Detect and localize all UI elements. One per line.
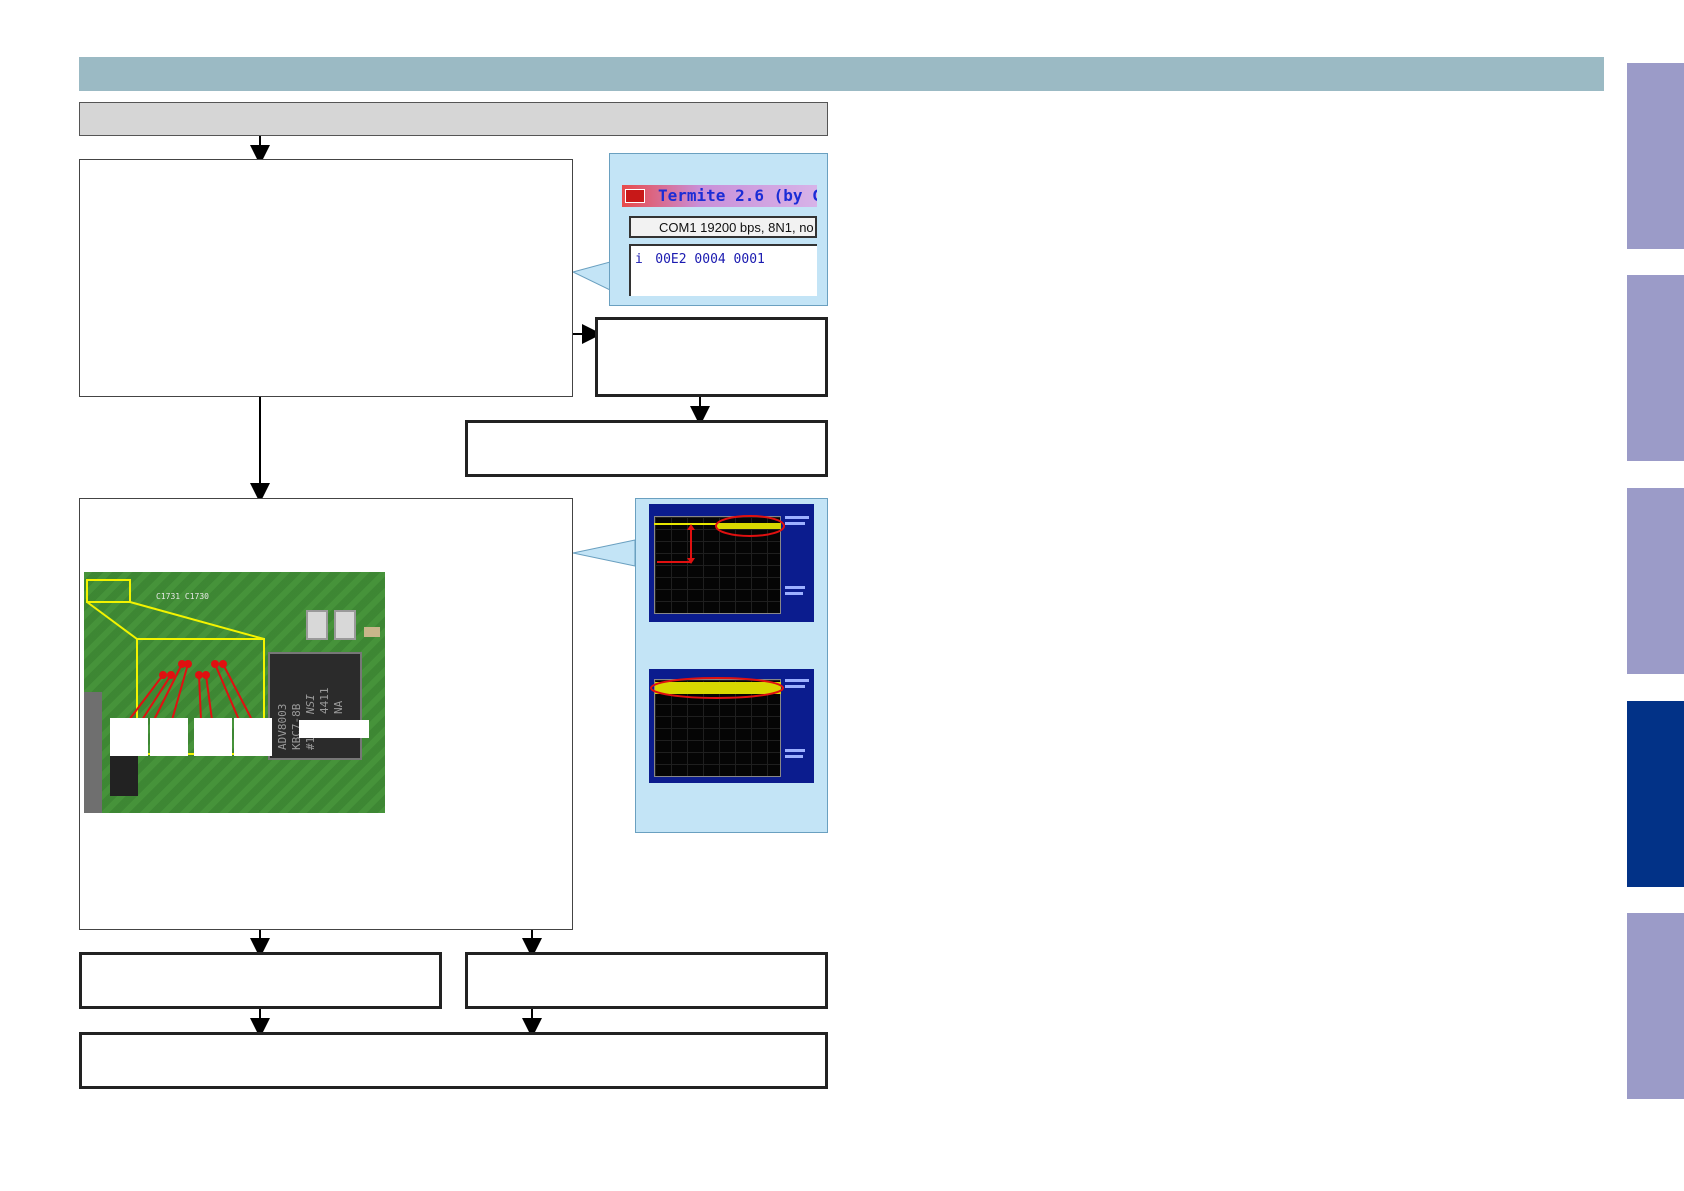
step2-result-right-box: [465, 952, 828, 1009]
side-tab-2[interactable]: [1627, 275, 1684, 461]
callout-pointer-2: [572, 539, 636, 567]
step2-result-left-box: [79, 952, 442, 1009]
step1-ng-box: [595, 317, 828, 397]
pcb-photo: ADV8003 KBC7-8B #1 NSI 4411 NA C1731 C17…: [84, 572, 385, 813]
label-box-3: [194, 718, 232, 756]
zoom-source-rect: [86, 579, 131, 603]
scope-2-trace: [650, 677, 809, 758]
termite-titlebar: Termite 2.6 (by Compu: [622, 185, 817, 207]
label-box-2: [150, 718, 188, 756]
side-tab-5[interactable]: [1627, 913, 1684, 1099]
callout-pointer-1: [571, 261, 611, 291]
termite-line-prefix: i: [635, 252, 643, 267]
pcb-zoom-overlay: [86, 579, 369, 756]
termite-line-values: 00E2 0004 0001: [655, 252, 765, 267]
side-tab-1[interactable]: [1627, 63, 1684, 249]
step2-box: ADV8003 KBC7-8B #1 NSI 4411 NA C1731 C17…: [79, 498, 573, 930]
final-result-box: [79, 1032, 828, 1089]
label-box-1: [110, 718, 148, 756]
scope-screen-2: [649, 669, 814, 783]
termite-callout: Termite 2.6 (by Compu COM1 19200 bps, 8N…: [609, 153, 828, 306]
termite-title-text: Termite 2.6 (by Compu: [658, 186, 817, 205]
side-tab-4[interactable]: [1627, 701, 1684, 887]
side-tab-3[interactable]: [1627, 488, 1684, 674]
step1-box: [79, 159, 573, 397]
label-box-5: [299, 720, 369, 738]
scope-screen-1: [649, 504, 814, 622]
label-box-4: [234, 718, 272, 756]
termite-output: i 00E2 0004 0001: [629, 244, 817, 296]
termite-status-bar: COM1 19200 bps, 8N1, no h: [629, 216, 817, 238]
termite-status-text: COM1 19200 bps, 8N1, no h: [659, 220, 817, 235]
scope-callout: [635, 498, 828, 833]
step1-ng-result-box: [465, 420, 828, 477]
scope-1-trace: [654, 515, 809, 595]
termite-app-icon: [625, 189, 645, 203]
